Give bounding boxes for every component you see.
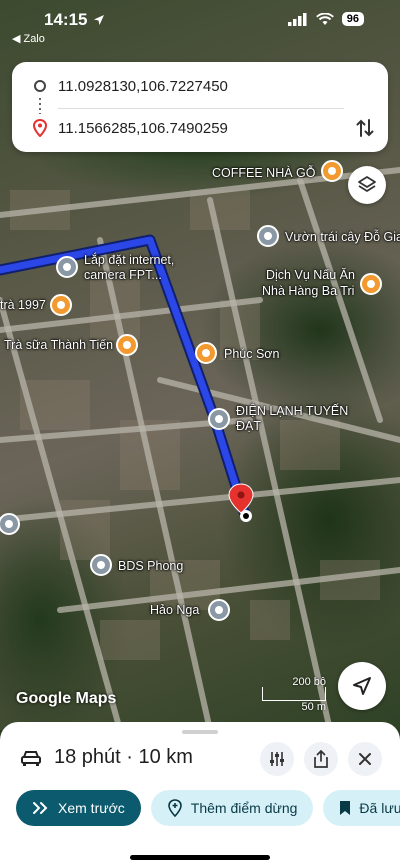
origin-circle-icon xyxy=(34,80,46,92)
action-row: Xem trước Thêm điểm dừng Đã lưu xyxy=(16,790,400,826)
restaurant-icon[interactable] xyxy=(360,273,382,295)
scale-bottom-label: 50 m xyxy=(301,701,326,713)
wifi-icon xyxy=(315,12,334,25)
navigation-arrow-icon xyxy=(353,677,371,695)
poi-dichvu-label-2: Nhà Hàng Ba Tri xyxy=(262,284,355,298)
origin-row[interactable]: 11.0928130,106.7227450 xyxy=(12,66,388,106)
back-arrow-icon: ◀ xyxy=(12,33,21,45)
sliders-icon xyxy=(270,752,284,766)
location-arrow-icon xyxy=(94,15,105,25)
destination-field[interactable]: 11.1566285,106.7490259 xyxy=(58,120,228,137)
route-card: 11.0928130,106.7227450 11.1566285,106.74… xyxy=(12,62,388,152)
bookmark-icon xyxy=(340,801,351,815)
close-button[interactable] xyxy=(348,742,382,776)
directions-sheet: 18 phút · 10 km Xem trước Thêm điểm dừng… xyxy=(0,722,400,865)
destination-marker-icon xyxy=(33,119,47,137)
battery-indicator: 96 xyxy=(341,12,364,26)
preview-button[interactable]: Xem trước xyxy=(16,790,141,826)
add-stop-button[interactable]: Thêm điểm dừng xyxy=(150,790,314,826)
layers-button[interactable] xyxy=(348,166,386,204)
add-stop-label: Thêm điểm dừng xyxy=(190,800,298,816)
back-to-app-link[interactable]: ◀ Zalo xyxy=(12,32,45,46)
double-chevron-icon xyxy=(33,802,48,814)
poi-coffee-label: COFFEE NHÀ GỖ xyxy=(212,166,316,180)
place-pin-icon[interactable] xyxy=(56,256,78,278)
poi-trasua-label: Trà sữa Thành Tiến xyxy=(4,338,114,352)
scale-bar: 200 bộ 50 m xyxy=(262,676,326,713)
poi-bds-label: BDS Phong xyxy=(118,559,184,573)
saved-button[interactable]: Đã lưu xyxy=(323,790,400,826)
share-button[interactable] xyxy=(304,742,338,776)
poi-dienlanh-label-1: ĐIỆN LẠNH TUYẾN xyxy=(236,404,349,418)
poi-phucson-label: Phúc Sơn xyxy=(224,347,280,361)
coffee-icon[interactable] xyxy=(321,160,343,182)
share-icon xyxy=(314,750,328,768)
cafe-icon[interactable] xyxy=(116,334,138,356)
home-indicator xyxy=(130,855,270,860)
poi-dichvu-label-1: Dịch Vụ Nấu Ăn xyxy=(266,268,355,282)
close-icon xyxy=(359,753,371,765)
car-icon xyxy=(21,750,41,766)
sheet-handle[interactable] xyxy=(182,730,218,734)
place-pin-icon[interactable] xyxy=(90,554,112,576)
add-place-icon xyxy=(167,799,182,817)
destination-row[interactable]: 11.1566285,106.7490259 xyxy=(12,108,388,148)
restaurant-icon[interactable] xyxy=(50,294,72,316)
poi-vuon-label: Vườn trái cây Đỗ Gia xyxy=(285,230,400,244)
cafe-icon[interactable] xyxy=(195,342,217,364)
place-pin-icon[interactable] xyxy=(208,408,230,430)
poi-tra1997-label: trà 1997 xyxy=(0,298,46,312)
poi-lapdat-label-2: camera FPT... xyxy=(84,268,162,282)
place-pin-icon[interactable] xyxy=(257,225,279,247)
route-options-button[interactable] xyxy=(260,742,294,776)
status-time: 14:15 xyxy=(44,10,88,29)
my-location-button[interactable] xyxy=(338,662,386,710)
status-bar: 14:15 ◀ Zalo 96 xyxy=(0,0,400,52)
scale-line xyxy=(262,687,326,701)
back-app-label: Zalo xyxy=(23,32,45,45)
destination-pin-icon xyxy=(228,483,254,522)
google-maps-watermark: Google Maps xyxy=(16,690,117,707)
layers-icon xyxy=(358,176,376,192)
poi-haonga-label: Hảo Nga xyxy=(150,603,200,617)
preview-label: Xem trước xyxy=(58,800,125,816)
saved-label: Đã lưu xyxy=(359,800,400,816)
swap-button[interactable] xyxy=(356,118,374,143)
poi-lapdat-label-1: Lắp đặt internet, xyxy=(84,253,175,267)
swap-arrows-icon xyxy=(356,119,374,137)
trip-summary: 18 phút · 10 km xyxy=(54,746,193,768)
place-pin-icon[interactable] xyxy=(208,599,230,621)
signal-icon xyxy=(287,12,307,26)
poi-dienlanh-label-2: ĐẠT xyxy=(236,419,261,433)
origin-field[interactable]: 11.0928130,106.7227450 xyxy=(58,78,228,95)
